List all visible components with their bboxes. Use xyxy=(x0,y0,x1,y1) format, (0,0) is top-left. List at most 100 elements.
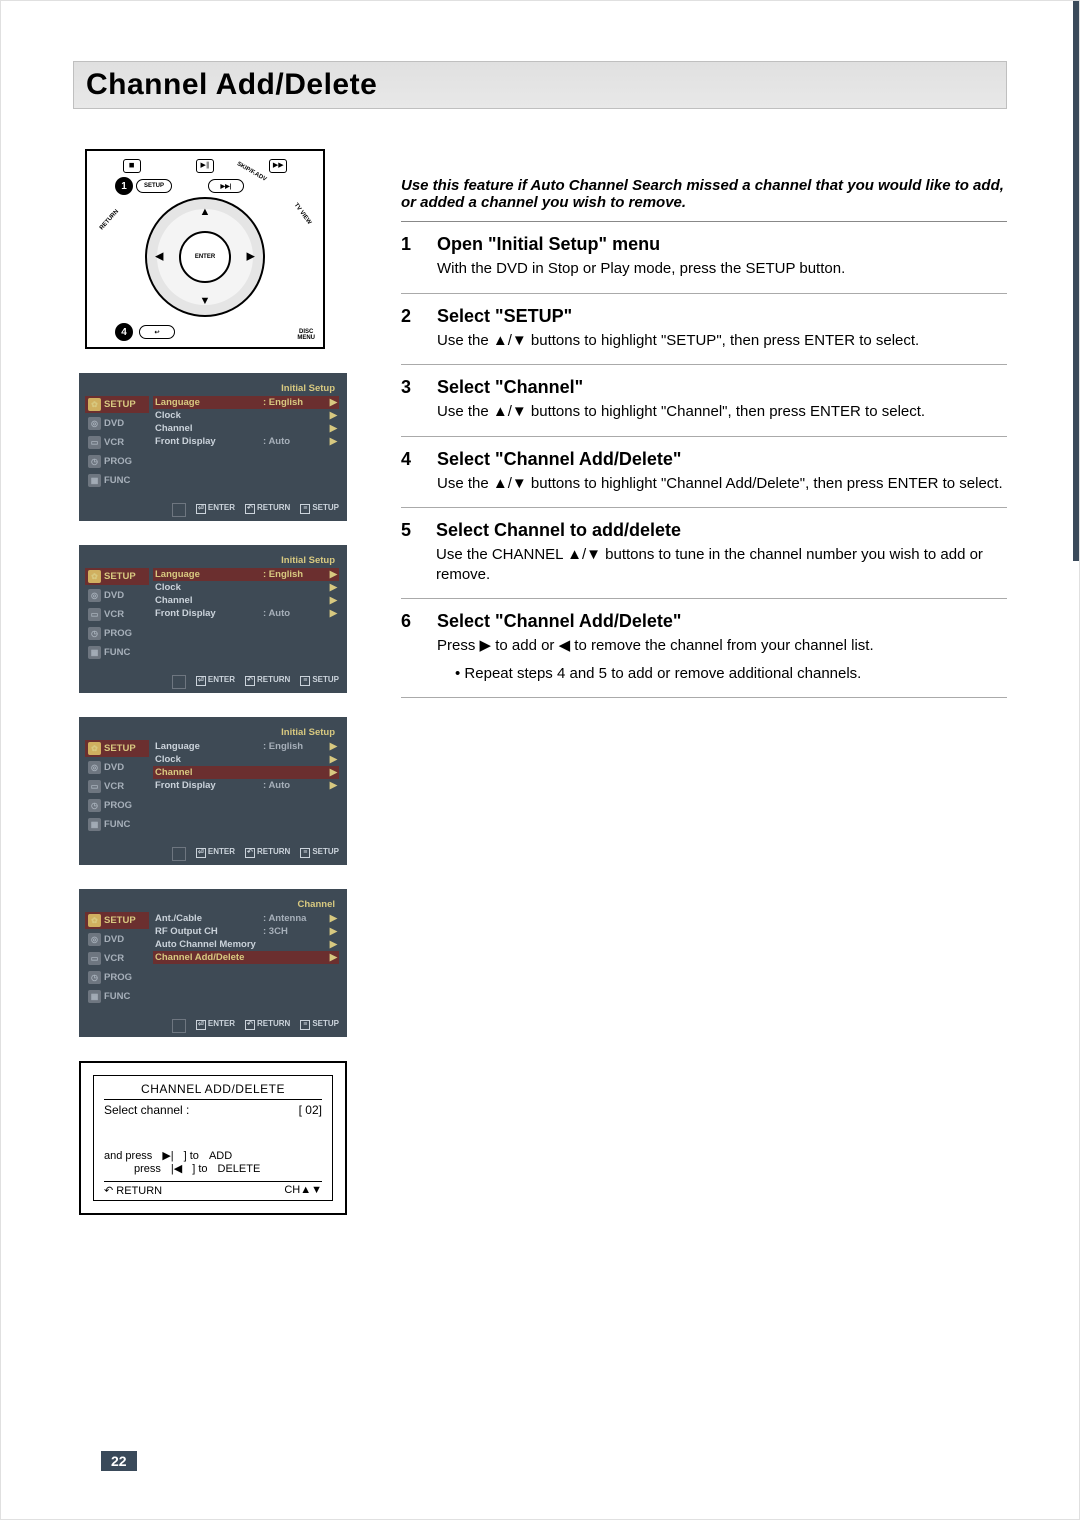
delete-instruction: press |◀ ] to DELETE xyxy=(134,1162,322,1175)
osd-tab-prog: ◷PROG xyxy=(85,453,149,470)
menu-row: Channel Add/Delete▶ xyxy=(153,951,339,964)
dialog-ch-updown: CH▲▼ xyxy=(284,1184,322,1197)
footer-enter: ⏎ENTER xyxy=(196,675,235,689)
func-icon: ▦ xyxy=(88,990,101,1003)
step-bullet: Repeat steps 4 and 5 to add or remove ad… xyxy=(437,664,874,684)
menu-row: RF Output CH: 3CH▶ xyxy=(153,925,339,938)
menu-row: Front Display: Auto▶ xyxy=(153,607,339,620)
chevron-right-icon: ▶ xyxy=(327,569,337,580)
footer-enter: ⏎ENTER xyxy=(196,503,235,517)
menu-row: Front Display: Auto▶ xyxy=(153,435,339,448)
menu-row: Channel▶ xyxy=(153,766,339,779)
remote-setup-btn: SETUP xyxy=(136,179,172,193)
osd-tab-func: ▦FUNC xyxy=(85,816,149,833)
osd-tab-vcr: ▭VCR xyxy=(85,778,149,795)
step-title: Select Channel to add/delete xyxy=(436,520,1007,541)
menu-row: Language: English▶ xyxy=(153,568,339,581)
step-number: 1 xyxy=(401,234,419,279)
dialog-return: ↶ RETURN xyxy=(104,1184,162,1197)
osd-heading: Initial Setup xyxy=(85,727,339,738)
osd-tab-prog: ◷PROG xyxy=(85,797,149,814)
page-title-bar: Channel Add/Delete xyxy=(73,61,1007,109)
dvd-icon: ◎ xyxy=(88,417,101,430)
step-body: Use the ▲/▼ buttons to highlight "Channe… xyxy=(437,402,925,422)
func-icon: ▦ xyxy=(88,474,101,487)
gear-icon: ✿ xyxy=(88,570,101,583)
page-number: 22 xyxy=(101,1451,137,1471)
channel-value: [ 02] xyxy=(299,1103,322,1117)
remote-skip-btn: ▶▶| xyxy=(208,179,244,193)
remote-top-btn: ◼ xyxy=(123,159,141,173)
remote-return-btn: ↩ xyxy=(139,325,175,339)
chevron-right-icon: ▶ xyxy=(327,397,337,408)
intro-text: Use this feature if Auto Channel Search … xyxy=(401,177,1007,221)
step-2: 2 Select "SETUP" Use the ▲/▼ buttons to … xyxy=(401,294,1007,366)
gear-icon: ✿ xyxy=(88,742,101,755)
osd-heading: Initial Setup xyxy=(85,555,339,566)
menu-row: Clock▶ xyxy=(153,581,339,594)
footer-return: ↶RETURN xyxy=(245,503,290,517)
func-icon: ▦ xyxy=(88,646,101,659)
right-column: Use this feature if Auto Channel Search … xyxy=(401,149,1007,1215)
clock-icon: ◷ xyxy=(88,455,101,468)
step-body: Press ▶ to add or ◀ to remove the channe… xyxy=(437,636,874,656)
step-number: 2 xyxy=(401,306,419,351)
func-icon: ▦ xyxy=(88,818,101,831)
menu-row: Clock▶ xyxy=(153,409,339,422)
footer-return: ↶RETURN xyxy=(245,1019,290,1033)
return-icon: ↶ xyxy=(104,1185,116,1197)
footer-setup: ≡SETUP xyxy=(300,1019,339,1033)
osd-tab-dvd: ◎DVD xyxy=(85,931,149,948)
menu-row: Channel▶ xyxy=(153,594,339,607)
dpad-right-icon: ▶ xyxy=(247,252,255,263)
callout-1: 1 xyxy=(115,177,133,195)
clock-icon: ◷ xyxy=(88,799,101,812)
chevron-right-icon: ▶ xyxy=(327,595,337,606)
steps-list: 1 Open "Initial Setup" menu With the DVD… xyxy=(401,221,1007,698)
dvd-icon: ◎ xyxy=(88,761,101,774)
osd-tab-func: ▦FUNC xyxy=(85,644,149,661)
chevron-right-icon: ▶ xyxy=(327,780,337,791)
vcr-icon: ▭ xyxy=(88,780,101,793)
osd-tab-vcr: ▭VCR xyxy=(85,434,149,451)
osd-heading: Channel xyxy=(85,899,339,910)
step-3: 3 Select "Channel" Use the ▲/▼ buttons t… xyxy=(401,365,1007,437)
step-body: Use the ▲/▼ buttons to highlight "Channe… xyxy=(437,474,1003,494)
channel-add-delete-dialog: CHANNEL ADD/DELETE Select channel : [ 02… xyxy=(79,1061,347,1215)
menu-row: Front Display: Auto▶ xyxy=(153,779,339,792)
osd-heading: Initial Setup xyxy=(85,383,339,394)
remote-disc-label: DISCMENU xyxy=(297,329,315,341)
step-title: Open "Initial Setup" menu xyxy=(437,234,845,255)
chevron-right-icon: ▶ xyxy=(327,423,337,434)
gear-icon: ✿ xyxy=(88,914,101,927)
step-number: 5 xyxy=(401,520,418,584)
step-5: 5 Select Channel to add/delete Use the C… xyxy=(401,508,1007,599)
page-title: Channel Add/Delete xyxy=(86,68,377,101)
left-column: ◼ ▶∥ ▶▶ 1 SETUP ▶▶| SKIP/F.ADV RETURN TV… xyxy=(73,149,353,1215)
dvd-icon: ◎ xyxy=(88,933,101,946)
step-number: 3 xyxy=(401,377,419,422)
osd-tab-dvd: ◎DVD xyxy=(85,759,149,776)
content-columns: ◼ ▶∥ ▶▶ 1 SETUP ▶▶| SKIP/F.ADV RETURN TV… xyxy=(73,149,1007,1215)
osd-tab-setup: ✿SETUP xyxy=(85,912,149,929)
step-number: 4 xyxy=(401,449,419,494)
osd-tab-func: ▦FUNC xyxy=(85,472,149,489)
osd-setup-1: Initial Setup ✿SETUP ◎DVD ▭VCR ◷PROG ▦FU… xyxy=(79,373,347,521)
clock-icon: ◷ xyxy=(88,971,101,984)
chevron-right-icon: ▶ xyxy=(327,582,337,593)
osd-tab-setup: ✿SETUP xyxy=(85,568,149,585)
footer-setup: ≡SETUP xyxy=(300,847,339,861)
remote-top-btn: ▶∥ xyxy=(196,159,214,173)
dialog-title: CHANNEL ADD/DELETE xyxy=(104,1082,322,1100)
dpad-left-icon: ◀ xyxy=(155,252,163,263)
step-1: 1 Open "Initial Setup" menu With the DVD… xyxy=(401,222,1007,294)
footer-setup: ≡SETUP xyxy=(300,675,339,689)
chevron-right-icon: ▶ xyxy=(327,608,337,619)
osd-tab-vcr: ▭VCR xyxy=(85,950,149,967)
select-channel-label: Select channel : xyxy=(104,1103,189,1117)
osd-tab-dvd: ◎DVD xyxy=(85,587,149,604)
move-icon xyxy=(172,1019,186,1033)
menu-row: Clock▶ xyxy=(153,753,339,766)
manual-page: Channel Add/Delete ◼ ▶∥ ▶ ▶ 1 SETUP ▶▶| S… xyxy=(0,0,1080,1520)
menu-row: Language: English▶ xyxy=(153,740,339,753)
